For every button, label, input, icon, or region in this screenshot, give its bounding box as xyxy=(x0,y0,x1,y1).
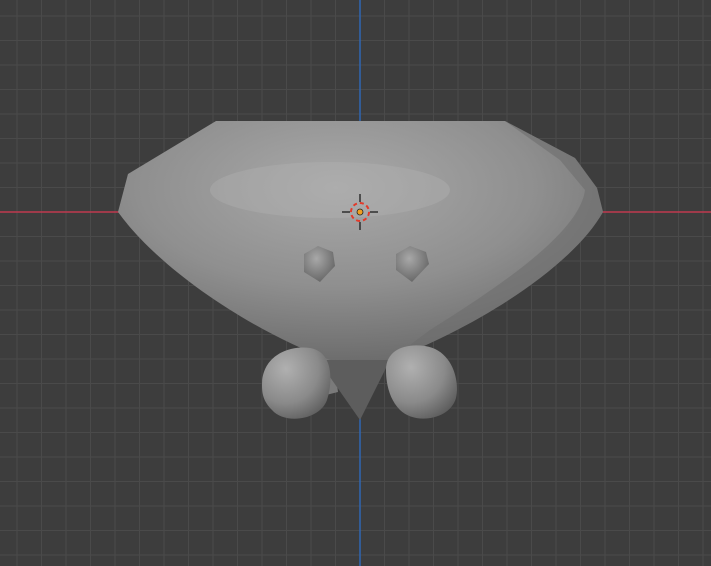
foot-left[interactable] xyxy=(262,347,331,419)
body-mesh[interactable] xyxy=(118,121,603,360)
viewport-scene[interactable] xyxy=(0,0,711,566)
object-origin-icon xyxy=(356,208,364,216)
3d-viewport[interactable] xyxy=(0,0,711,566)
body-highlight xyxy=(210,162,450,218)
